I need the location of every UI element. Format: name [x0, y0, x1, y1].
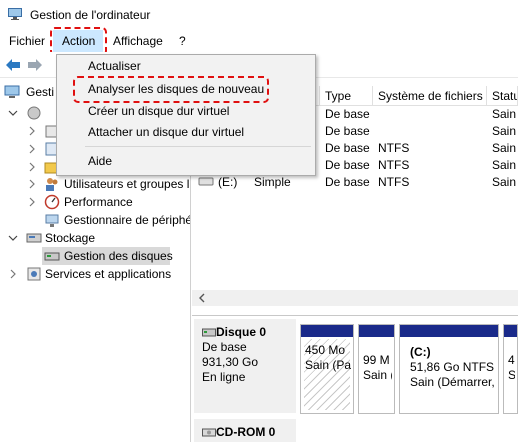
- chevron-right-icon[interactable]: [27, 175, 37, 193]
- computer-management-icon: [8, 8, 22, 20]
- chevron-right-icon[interactable]: [8, 265, 18, 283]
- column-header-type[interactable]: Type: [320, 86, 373, 106]
- tree-item-disk-management[interactable]: Gestion des disques: [42, 247, 173, 265]
- tree-item-users[interactable]: Utilisateurs et groupes l: [0, 175, 190, 193]
- performance-icon: [44, 194, 60, 210]
- chevron-right-icon[interactable]: [27, 158, 37, 176]
- tree-item-performance[interactable]: Performance: [0, 193, 190, 211]
- column-header-status[interactable]: Statu: [487, 86, 518, 106]
- cell-type: De base: [325, 175, 370, 189]
- tree-root-label: Gesti: [26, 85, 55, 99]
- partition-status: Sain (Pa: [305, 358, 351, 372]
- cell-type: De base: [325, 124, 370, 138]
- tree-item-label: Stockage: [45, 231, 96, 245]
- cdrom-0-label[interactable]: CD-ROM 0: [194, 419, 296, 442]
- menu-help[interactable]: ?: [179, 34, 186, 48]
- partition-title: (C:): [410, 345, 431, 359]
- disk-0-type: De base: [202, 340, 247, 354]
- tree-item-label: Gestion des disques: [64, 249, 173, 263]
- horizontal-scrollbar[interactable]: [192, 290, 518, 306]
- tree-item-services[interactable]: Services et applications: [0, 265, 190, 283]
- forward-arrow-icon[interactable]: [27, 58, 43, 72]
- tree-item-label: Utilisateurs et groupes l: [64, 177, 190, 191]
- tree-item-label: Gestionnaire de périphé: [64, 213, 191, 227]
- tree-item-storage[interactable]: Stockage: [0, 229, 190, 247]
- back-arrow-icon[interactable]: [5, 58, 21, 72]
- partition-4[interactable]: 4S: [503, 324, 518, 414]
- disk-0-size: 931,30 Go: [202, 355, 259, 369]
- menu-item-attach-vhd[interactable]: Attacher un disque dur virtuel: [57, 122, 315, 142]
- cell-status: Sain (: [492, 158, 518, 172]
- menu-item-refresh[interactable]: Actualiser: [57, 56, 315, 76]
- column-header-filesystem[interactable]: Système de fichiers: [373, 86, 487, 106]
- disk-management-icon: [44, 252, 60, 261]
- services-icon: [27, 267, 41, 281]
- tree-item-device-manager[interactable]: Gestionnaire de périphé: [0, 211, 190, 229]
- disk-0-name: Disque 0: [216, 325, 267, 339]
- tools-icon: [27, 106, 41, 120]
- disk-0-status: En ligne: [202, 370, 246, 384]
- menu-affichage[interactable]: Affichage: [113, 34, 163, 48]
- disk-graphical-view: Disque 0 De base 931,30 Go En ligne 450 …: [192, 315, 518, 442]
- partition-size: 51,86 Go NTFS: [410, 360, 495, 374]
- cell-status: Sain (: [492, 107, 518, 121]
- partition-1[interactable]: 450 Mo Sain (Pa: [300, 324, 354, 414]
- window-title: Gestion de l'ordinateur: [30, 8, 151, 22]
- cell-status: Sain (: [492, 141, 518, 155]
- partition-status: Sain (: [363, 368, 392, 382]
- cell-fs: NTFS: [378, 175, 410, 189]
- tree-item-label: Services et applications: [45, 267, 172, 281]
- storage-icon: [26, 233, 42, 243]
- cell-type: De base: [325, 158, 370, 172]
- chevron-down-icon[interactable]: [8, 104, 18, 122]
- cell-type: De base: [325, 141, 370, 155]
- cdrom-0-name: CD-ROM 0: [216, 425, 276, 439]
- chevron-right-icon[interactable]: [27, 140, 37, 158]
- partition-size: 99 M: [363, 353, 390, 367]
- chevron-right-icon[interactable]: [27, 193, 37, 211]
- cell-fs: [373, 123, 487, 140]
- tree-item-label: Performance: [64, 195, 133, 209]
- users-icon: [46, 178, 58, 191]
- cell-type: De base: [325, 107, 370, 121]
- menu-separator: [85, 146, 311, 147]
- cell-status: Sain (: [492, 124, 518, 138]
- disk-icon: [202, 328, 216, 337]
- partition-c[interactable]: (C:) 51,86 Go NTFS Sain (Démarrer, F: [399, 324, 499, 414]
- computer-management-icon: [4, 85, 20, 98]
- partition-size: 4: [508, 353, 515, 367]
- rescan-highlight-box: [73, 76, 269, 103]
- menu-item-help[interactable]: Aide: [57, 151, 315, 171]
- chevron-down-icon[interactable]: [8, 229, 18, 247]
- menu-item-create-vhd[interactable]: Créer un disque dur virtuel: [57, 101, 315, 121]
- cell-fs: NTFS: [378, 158, 410, 172]
- partition-2[interactable]: 99 M Sain (: [358, 324, 395, 414]
- cell-layout: Simple: [254, 175, 291, 189]
- cell-status: Sain (: [492, 175, 518, 189]
- partition-status: Sain (Démarrer, F: [410, 375, 496, 389]
- drive-icon: [198, 177, 214, 186]
- partition-size: 450 Mo: [305, 343, 346, 357]
- device-manager-icon: [45, 214, 59, 227]
- cell-fs: NTFS: [378, 141, 410, 155]
- action-menu-dropdown: Actualiser Analyser les disques de nouve…: [56, 54, 316, 176]
- disk-0-label[interactable]: Disque 0 De base 931,30 Go En ligne: [194, 319, 296, 413]
- cell-fs: [373, 106, 487, 123]
- cdrom-icon: [202, 428, 216, 437]
- cell-volume: (E:): [218, 175, 238, 189]
- scroll-left-icon[interactable]: [197, 292, 207, 304]
- menu-fichier[interactable]: Fichier: [9, 34, 45, 48]
- partition-status: S: [508, 368, 515, 382]
- chevron-right-icon[interactable]: [27, 122, 37, 140]
